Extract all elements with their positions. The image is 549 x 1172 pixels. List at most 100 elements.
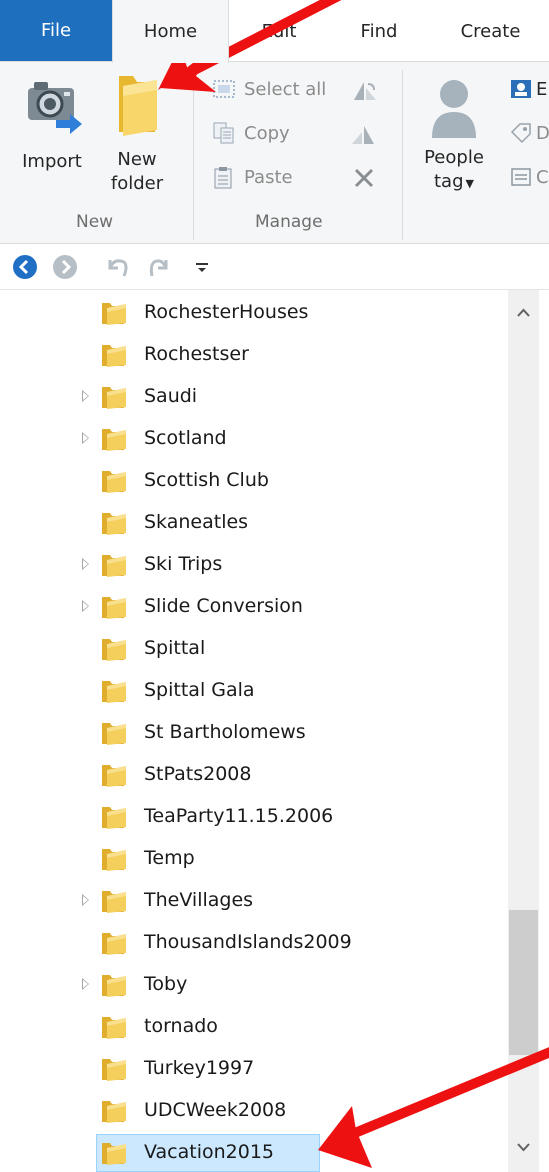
expand-chevron-icon[interactable] <box>82 432 89 444</box>
tree-item[interactable]: Scotland <box>0 418 510 460</box>
folder-icon <box>102 387 126 409</box>
tree-item-label: Scotland <box>144 427 227 449</box>
folder-tree: RochesterHouses Rochestser Saudi Scotland Sc… <box>0 290 549 1172</box>
tab-find[interactable]: Find <box>329 0 429 62</box>
tree-item[interactable]: RochesterHouses <box>0 292 510 334</box>
paste-button[interactable]: Paste <box>212 162 293 192</box>
back-arrow-icon[interactable] <box>12 254 38 280</box>
paste-label: Paste <box>244 166 293 188</box>
tree-item-label: StPats2008 <box>144 763 252 785</box>
people-tag-label-line1: People <box>424 147 484 168</box>
folder-icon <box>102 1143 126 1165</box>
tree-item[interactable]: Temp <box>0 838 510 880</box>
ribbon-separator <box>402 70 403 240</box>
new-folder-button[interactable]: New folder <box>100 70 174 200</box>
expand-chevron-icon[interactable] <box>82 558 89 570</box>
scrollbar-thumb[interactable] <box>509 909 538 1055</box>
expand-chevron-icon[interactable] <box>82 390 89 402</box>
rotate-right-icon[interactable] <box>350 122 378 148</box>
tab-create[interactable]: Create <box>432 0 549 62</box>
chevron-down-icon <box>517 1143 530 1152</box>
tree-item-label: Rochestser <box>144 343 249 365</box>
tree-item-label: TheVillages <box>144 889 254 911</box>
tab-file[interactable]: File <box>0 0 112 61</box>
folder-icon <box>102 975 126 997</box>
tree-item[interactable]: Spittal Gala <box>0 670 510 712</box>
tree-item-label: RochesterHouses <box>144 301 309 323</box>
tree-item-label: UDCWeek2008 <box>144 1099 287 1121</box>
tree-item[interactable]: StPats2008 <box>0 754 510 796</box>
people-tag-label-line2: tag ▼ <box>412 170 496 196</box>
copy-button[interactable]: Copy <box>212 118 290 148</box>
scroll-down-button[interactable] <box>508 1132 539 1162</box>
tree-item[interactable]: tornado <box>0 1006 510 1048</box>
tree-item-label: Scottish Club <box>144 469 269 491</box>
quick-access-toolbar <box>0 244 549 290</box>
camera-import-icon <box>28 82 82 134</box>
expand-chevron-icon[interactable] <box>82 600 89 612</box>
rotate-left-icon[interactable] <box>350 78 378 104</box>
tree-item[interactable]: TheVillages <box>0 880 510 922</box>
people-tag-button[interactable]: People tag ▼ <box>412 74 496 204</box>
tree-item-label: tornado <box>144 1015 218 1037</box>
tag-card-icon <box>510 78 532 100</box>
folder-icon <box>102 1017 126 1039</box>
ribbon-separator <box>193 70 194 240</box>
folder-icon <box>102 513 126 535</box>
tree-item[interactable]: Spittal <box>0 628 510 670</box>
tree-item[interactable]: Vacation2015 <box>0 1132 510 1172</box>
new-folder-label-line1: New <box>117 149 157 170</box>
expand-chevron-icon[interactable] <box>82 894 89 906</box>
truncated-ribbon-button-1[interactable]: E <box>510 74 547 104</box>
truncated-ribbon-button-3[interactable]: C <box>510 162 549 192</box>
dropdown-caret-icon: ▼ <box>465 177 474 190</box>
tab-edit[interactable]: Edit <box>229 0 329 62</box>
folder-icon <box>119 76 157 136</box>
copy-label: Copy <box>244 122 290 144</box>
tree-item[interactable]: UDCWeek2008 <box>0 1090 510 1132</box>
folder-icon <box>102 891 126 913</box>
forward-arrow-icon[interactable] <box>52 254 78 280</box>
vertical-scrollbar[interactable] <box>508 290 539 1172</box>
people-tag-label-text: tag <box>434 171 464 192</box>
delete-icon[interactable] <box>352 166 376 190</box>
tree-item-label: Spittal <box>144 637 206 659</box>
tree-item-label: ThousandIslands2009 <box>144 931 352 953</box>
expand-chevron-icon[interactable] <box>82 978 89 990</box>
tree-item[interactable]: Turkey1997 <box>0 1048 510 1090</box>
caption-icon <box>510 166 532 188</box>
tree-item[interactable]: TeaParty11.15.2006 <box>0 796 510 838</box>
tree-item[interactable]: Saudi <box>0 376 510 418</box>
new-folder-label-line2: folder <box>110 173 164 194</box>
ribbon-home-panel: Import New folder New Select all Copy Pa… <box>0 62 549 244</box>
tree-item[interactable]: Slide Conversion <box>0 586 510 628</box>
import-button[interactable]: Import <box>12 74 92 186</box>
folder-icon <box>102 597 126 619</box>
tree-item[interactable]: Skaneatles <box>0 502 510 544</box>
tree-item-label: St Bartholomews <box>144 721 306 743</box>
select-all-button[interactable]: Select all <box>212 74 326 104</box>
truncated-label-1: E <box>536 78 548 100</box>
truncated-label-2: D <box>536 122 549 144</box>
tree-item[interactable]: Rochestser <box>0 334 510 376</box>
tree-item-label: Spittal Gala <box>144 679 255 701</box>
folder-icon <box>102 765 126 787</box>
tree-item[interactable]: ThousandIslands2009 <box>0 922 510 964</box>
undo-icon[interactable] <box>104 254 130 280</box>
tree-item[interactable]: Ski Trips <box>0 544 510 586</box>
customize-dropdown-icon[interactable] <box>192 256 212 276</box>
tree-item-label: Slide Conversion <box>144 595 303 617</box>
folder-icon <box>102 345 126 367</box>
tree-item-label: Skaneatles <box>144 511 249 533</box>
tree-item[interactable]: Scottish Club <box>0 460 510 502</box>
truncated-ribbon-button-2[interactable]: D <box>510 118 549 148</box>
tree-item[interactable]: Toby <box>0 964 510 1006</box>
redo-icon[interactable] <box>146 254 172 280</box>
group-label-manage: Manage <box>255 212 323 232</box>
scroll-up-button[interactable] <box>508 298 539 328</box>
folder-icon <box>102 1101 126 1123</box>
select-all-label: Select all <box>244 78 327 100</box>
tab-home[interactable]: Home <box>112 0 229 63</box>
folder-icon <box>102 807 126 829</box>
tree-item[interactable]: St Bartholomews <box>0 712 510 754</box>
